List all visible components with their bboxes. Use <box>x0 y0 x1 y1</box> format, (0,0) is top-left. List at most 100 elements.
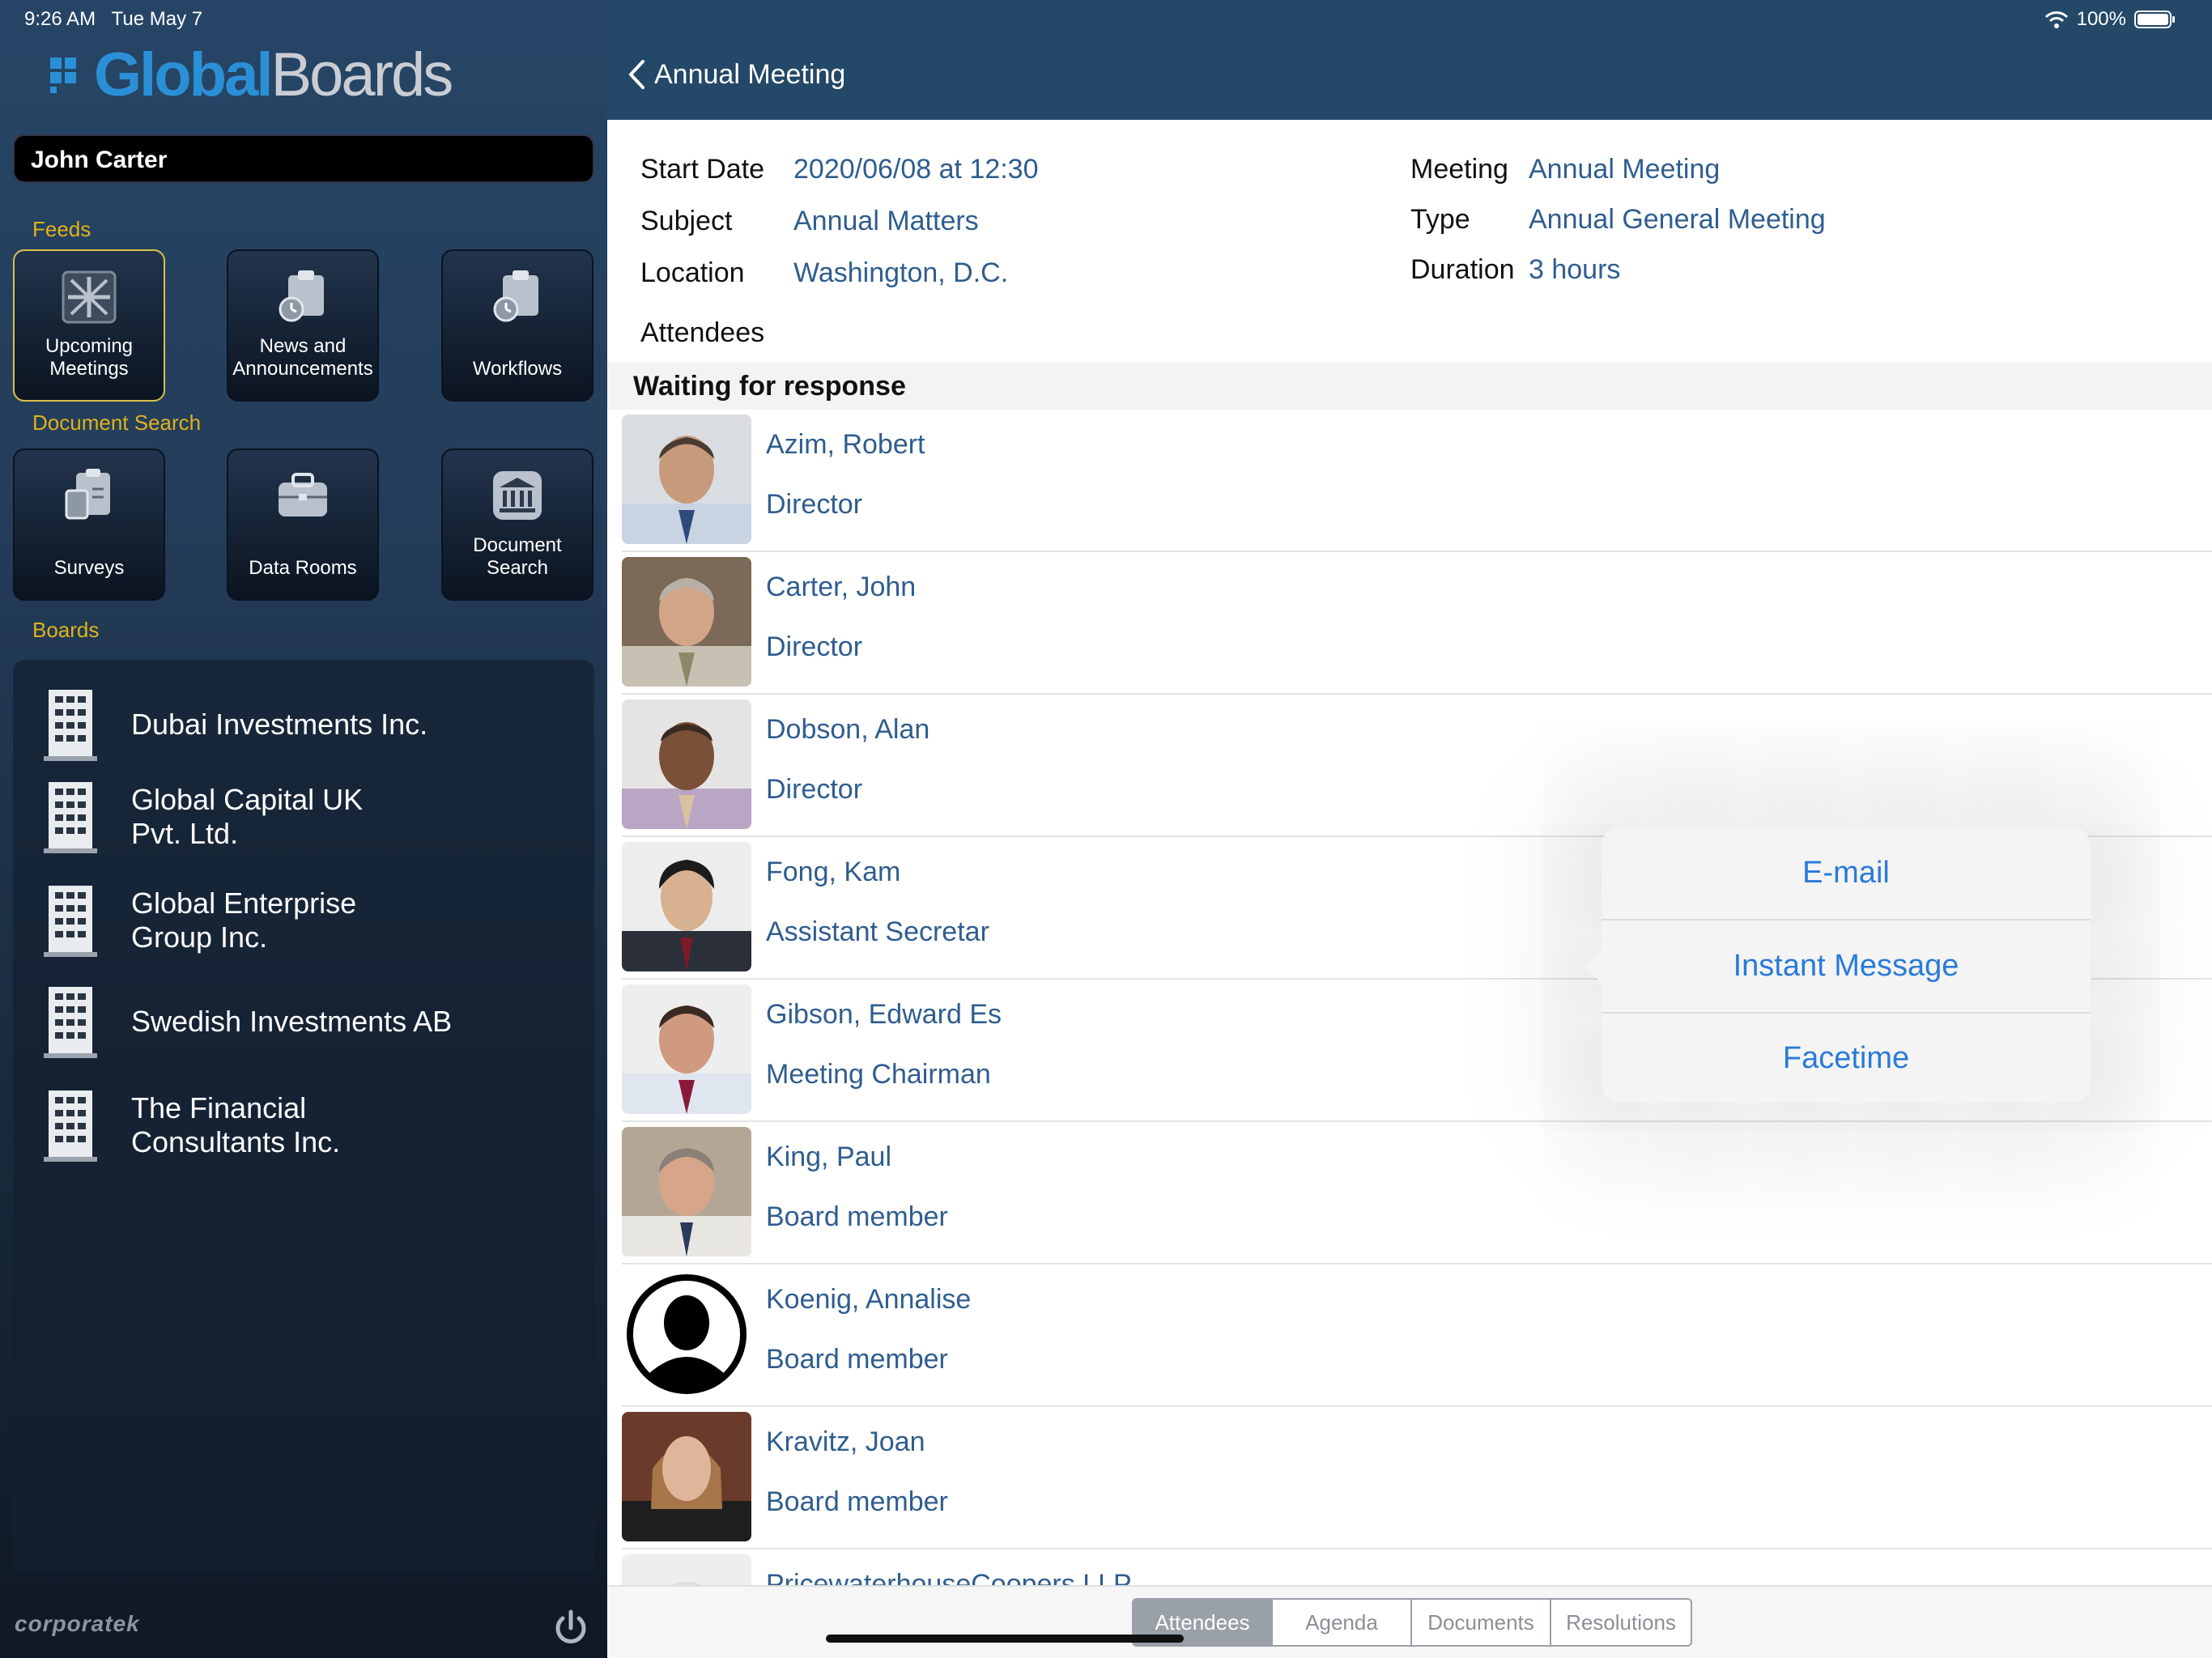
location-label: Location <box>640 257 745 288</box>
app-logo: Global Boards <box>50 40 453 109</box>
attendee-row[interactable]: Azim, Robert Director <box>622 410 2212 552</box>
subject-value: Annual Matters <box>793 206 979 236</box>
avatar <box>622 1412 751 1541</box>
attendee-row[interactable]: Kravitz, Joan Board member <box>622 1407 2212 1550</box>
start-date-value: 2020/06/08 at 12:30 <box>793 154 1039 185</box>
avatar <box>622 1127 751 1256</box>
attendee-role: Director <box>766 489 863 520</box>
tab-documents[interactable]: Documents <box>1412 1600 1551 1645</box>
attendee-role: Board member <box>766 1486 948 1517</box>
instant-message-option[interactable]: Instant Message <box>1602 920 2091 1012</box>
wifi-icon <box>2044 11 2068 28</box>
avatar <box>622 557 751 687</box>
duration-label: Duration <box>1410 254 1515 285</box>
avatar <box>622 842 751 971</box>
attendees-label: Attendees <box>640 317 765 348</box>
document-search-section-label: Document Search <box>32 410 202 435</box>
status-time-date: 9:26 AM Tue May 7 <box>24 8 202 31</box>
attendee-row[interactable]: Dobson, Alan Director <box>622 695 2212 837</box>
type-label: Type <box>1410 204 1470 235</box>
waiting-for-response-header: Waiting for response <box>607 363 2212 410</box>
type-value: Annual General Meeting <box>1529 204 1826 235</box>
building-icon <box>44 987 97 1058</box>
battery-percent: 100% <box>2076 8 2126 30</box>
building-icon <box>44 782 97 853</box>
attendee-name: Kravitz, Joan <box>766 1426 925 1457</box>
default-avatar-icon <box>622 1269 751 1399</box>
home-indicator <box>826 1635 1184 1643</box>
attendee-name: Gibson, Edward Es <box>766 999 1002 1030</box>
building-icon <box>44 1090 97 1162</box>
subject-label: Subject <box>640 206 733 236</box>
attendee-row[interactable]: Carter, John Director <box>622 552 2212 695</box>
contact-options-popover: E-mail Instant Message Facetime <box>1585 827 2091 1104</box>
avatar <box>622 699 751 829</box>
segmented-control: Attendees Agenda Documents Resolutions <box>1132 1598 1692 1647</box>
email-option[interactable]: E-mail <box>1602 827 2091 919</box>
meeting-value: Annual Meeting <box>1529 154 1721 185</box>
board-item[interactable]: Global Enterprise Group Inc. <box>13 872 594 969</box>
attendee-row[interactable]: Koenig, Annalise Board member <box>622 1265 2212 1407</box>
workflow-clipboard-icon <box>493 270 538 322</box>
tile-document-search[interactable]: Document Search <box>441 449 593 601</box>
logo-word-boards: Boards <box>270 40 453 109</box>
location-value: Washington, D.C. <box>793 257 1009 288</box>
tab-resolutions[interactable]: Resolutions <box>1551 1600 1691 1645</box>
calendar-icon <box>62 270 117 324</box>
tile-workflows[interactable]: Workflows <box>441 249 593 402</box>
tile-news-announcements[interactable]: News and Announcements <box>227 249 379 402</box>
tile-surveys[interactable]: Surveys <box>13 449 165 601</box>
logo-squares-icon <box>50 57 86 93</box>
logo-word-global: Global <box>94 40 273 109</box>
survey-clipboard-icon <box>65 469 110 520</box>
attendee-name: Carter, John <box>766 572 917 602</box>
attendee-name: Fong, Kam <box>766 857 901 887</box>
attendee-name: Dobson, Alan <box>766 714 930 745</box>
board-item[interactable]: Swedish Investments AB <box>13 973 594 1070</box>
bank-icon <box>493 471 542 520</box>
attendee-role: Assistant Secretar <box>766 916 989 947</box>
board-item[interactable]: The Financial Consultants Inc. <box>13 1077 594 1174</box>
building-icon <box>44 690 97 761</box>
boards-list: Dubai Investments Inc. Global Capital UK… <box>13 660 594 1573</box>
duration-value: 3 hours <box>1529 254 1621 285</box>
attendee-role: Director <box>766 774 863 805</box>
news-clipboard-icon <box>279 270 324 322</box>
left-panel: 9:26 AM Tue May 7 Global Boards John Cart… <box>0 0 607 1658</box>
status-time: 9:26 AM <box>24 8 96 30</box>
back-button[interactable]: Annual Meeting <box>627 58 845 91</box>
meeting-detail-panel: 100% Annual Meeting Start Date 2020/06/0… <box>607 0 2212 1658</box>
tile-data-rooms[interactable]: Data Rooms <box>227 449 379 601</box>
status-date: Tue May 7 <box>111 8 203 30</box>
user-name-bar[interactable]: John Carter <box>13 134 594 183</box>
attendee-name: Koenig, Annalise <box>766 1284 972 1315</box>
avatar <box>622 984 751 1114</box>
tile-news-label: News and Announcements <box>232 335 373 380</box>
tile-document-search-label: Document Search <box>473 534 562 579</box>
tile-workflows-label: Workflows <box>472 358 563 380</box>
attendee-name: King, Paul <box>766 1141 891 1172</box>
board-item[interactable]: Global Capital UK Pvt. Ltd. <box>13 768 594 865</box>
battery-icon <box>2134 11 2175 28</box>
board-name: Swedish Investments AB <box>131 1005 453 1038</box>
board-item[interactable]: Dubai Investments Inc. <box>13 676 594 773</box>
attendee-row[interactable]: King, Paul Board member <box>622 1122 2212 1265</box>
meeting-label: Meeting <box>1410 154 1508 185</box>
navigation-bar: 100% Annual Meeting <box>607 0 2212 120</box>
attendee-role: Director <box>766 631 863 662</box>
attendee-role: Meeting Chairman <box>766 1059 991 1090</box>
briefcase-icon <box>279 473 327 517</box>
bottom-tab-bar: Attendees Agenda Documents Resolutions <box>607 1585 2212 1658</box>
power-icon[interactable] <box>551 1607 591 1647</box>
tab-agenda[interactable]: Agenda <box>1273 1600 1412 1645</box>
corporatek-logo: corporatek <box>15 1611 140 1636</box>
avatar <box>622 414 751 544</box>
board-name: The Financial Consultants Inc. <box>131 1091 341 1158</box>
facetime-option[interactable]: Facetime <box>1602 1013 2091 1104</box>
back-button-label: Annual Meeting <box>654 58 846 90</box>
attendee-name: Azim, Robert <box>766 429 925 460</box>
tile-upcoming-meetings[interactable]: Upcoming Meetings <box>13 249 165 402</box>
board-name: Dubai Investments Inc. <box>131 708 428 741</box>
board-name: Global Enterprise Group Inc. <box>131 886 357 954</box>
board-name: Global Capital UK Pvt. Ltd. <box>131 783 364 850</box>
